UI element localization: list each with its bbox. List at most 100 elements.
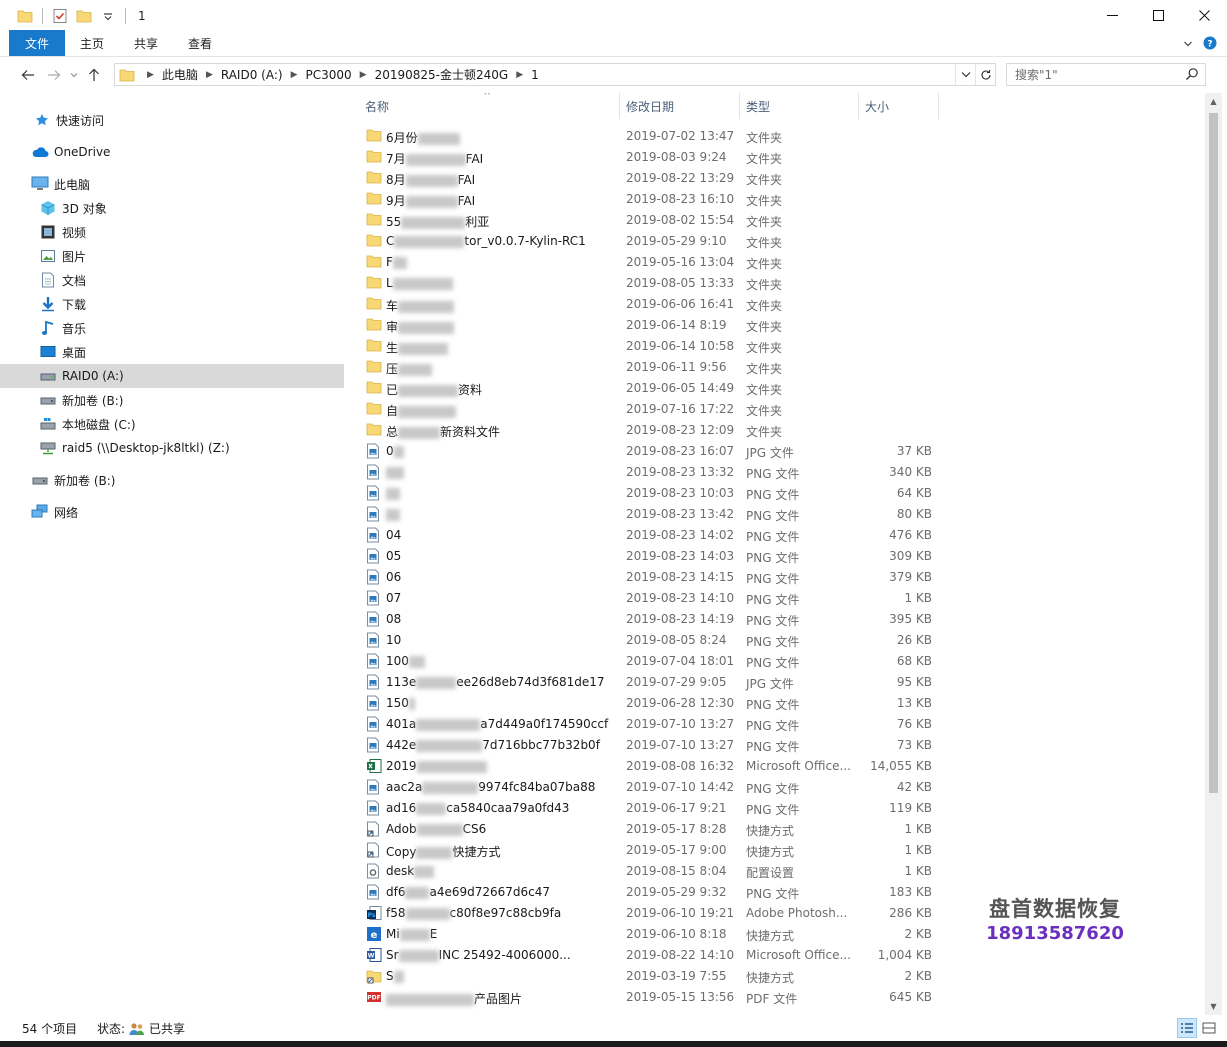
recent-locations-button[interactable] [67,62,81,88]
table-row[interactable]: 8月 FAI 2019-08-22 13:29 文件夹 [345,168,1205,189]
sidebar-item-3d-objects[interactable]: 3D 对象 [39,196,107,220]
table-row[interactable]: 生 2019-06-14 10:58 文件夹 [345,336,1205,357]
tab-home[interactable]: 主页 [65,30,119,56]
sidebar-item-music[interactable]: 音乐 [39,316,86,340]
tab-share[interactable]: 共享 [119,30,173,56]
table-row[interactable]: 2019 2019-08-08 16:32 Microsoft Office... 1… [345,756,1205,777]
table-row[interactable]: 10 2019-08-05 8:24 PNG 文件 26 KB [345,630,1205,651]
address-dropdown-button[interactable] [955,64,975,85]
scroll-down-icon[interactable]: ▼ [1205,998,1222,1015]
table-row[interactable]: 9月 FAI 2019-08-23 16:10 文件夹 [345,189,1205,210]
sidebar-item-desktop[interactable]: 桌面 [39,340,86,364]
back-button[interactable] [15,62,41,88]
table-row[interactable]: 2019-08-23 13:32 PNG 文件 340 KB [345,462,1205,483]
table-row[interactable]: 08 2019-08-23 14:19 PNG 文件 395 KB [345,609,1205,630]
sidebar-item-documents[interactable]: 文档 [39,268,86,292]
up-button[interactable] [81,62,107,88]
table-row[interactable]: 150 2019-06-28 12:30 PNG 文件 13 KB [345,693,1205,714]
sidebar-item-downloads[interactable]: 下载 [39,292,86,316]
table-row[interactable]: Adob CS6 2019-05-17 8:28 快捷方式 1 KB [345,819,1205,840]
refresh-button[interactable] [975,64,995,85]
scroll-up-icon[interactable]: ▲ [1205,93,1222,110]
scrollbar-thumb[interactable] [1209,113,1218,793]
chevron-right-icon[interactable]: ▶ [360,70,367,80]
table-row[interactable]: 04 2019-08-23 14:02 PNG 文件 476 KB [345,525,1205,546]
column-header-type[interactable]: 类型 [740,93,859,119]
table-row[interactable]: 2019-08-23 13:42 PNG 文件 80 KB [345,504,1205,525]
sidebar-item-pictures[interactable]: 图片 [39,244,86,268]
maximize-button[interactable] [1135,0,1181,31]
sidebar-item-videos[interactable]: 视频 [39,220,86,244]
tab-view[interactable]: 查看 [173,30,227,56]
table-row[interactable]: 审 2019-06-14 8:19 文件夹 [345,315,1205,336]
customize-toolbar-icon[interactable] [99,7,117,25]
forward-button[interactable] [41,62,67,88]
breadcrumb-this-pc[interactable]: 此电脑 [162,66,198,83]
chevron-right-icon[interactable]: ▶ [516,70,523,80]
table-row[interactable]: PDF 产品图片 2019-05-15 13:56 PDF 文件 645 KB [345,987,1205,1008]
chevron-right-icon[interactable]: ▶ [291,70,298,80]
vertical-scrollbar[interactable]: ▲ ▼ [1205,93,1222,1015]
table-row[interactable]: F 2019-05-16 13:04 文件夹 [345,252,1205,273]
table-row[interactable]: 6月份 2019-07-02 13:47 文件夹 [345,126,1205,147]
table-row[interactable]: 自 2019-07-16 17:22 文件夹 [345,399,1205,420]
folder-icon[interactable] [16,7,34,25]
new-folder-icon[interactable] [75,7,93,25]
table-row[interactable]: 100 2019-07-04 18:01 PNG 文件 68 KB [345,651,1205,672]
table-row[interactable]: 401a a7d449a0f174590ccf 2019-07-10 13:27 PN… [345,714,1205,735]
table-row[interactable]: aac2a 9974fc84ba07ba88 2019-07-10 14:42 PNG… [345,777,1205,798]
column-header-size[interactable]: 大小 [859,93,939,119]
table-row[interactable]: 05 2019-08-23 14:03 PNG 文件 309 KB [345,546,1205,567]
sidebar-item-this-pc[interactable]: 此电脑 [31,172,90,196]
table-row[interactable]: desk 2019-08-15 8:04 配置设置 1 KB [345,861,1205,882]
breadcrumb-raid0[interactable]: RAID0 (A:) [221,68,283,82]
table-row[interactable]: Ctor_v0.0.7-Kylin-RC1 2019-05-29 9:10 文件夹 [345,231,1205,252]
redacted-mosaic [416,718,481,731]
table-row[interactable]: 已 资料 2019-06-05 14:49 文件夹 [345,378,1205,399]
address-bar[interactable]: ▶ 此电脑 ▶ RAID0 (A:) ▶ PC3000 ▶ 20190825-金士顿2… [114,63,996,86]
table-row[interactable]: 0 2019-08-23 16:07 JPG 文件 37 KB [345,441,1205,462]
table-row[interactable]: ad16 ca5840caa79a0fd43 2019-06-17 9:21 PNG … [345,798,1205,819]
sidebar-item-raid0[interactable]: RAID0 (A:) [0,364,344,388]
table-row[interactable]: 442e 7d716bbc77b32b0f 2019-07-10 13:27 PNG … [345,735,1205,756]
sidebar-item-volume-b-2[interactable]: 新加卷 (B:) [31,468,115,492]
sidebar-item-onedrive[interactable]: OneDrive [31,140,110,164]
sidebar-item-local-disk-c[interactable]: 本地磁盘 (C:) [39,412,136,436]
table-row[interactable]: 7月 FAI 2019-08-03 9:24 文件夹 [345,147,1205,168]
sidebar-item-network[interactable]: 网络 [31,500,78,524]
breadcrumb-pc3000[interactable]: PC3000 [305,68,351,82]
table-row[interactable]: 07 2019-08-23 14:10 PNG 文件 1 KB [345,588,1205,609]
file-name-start: 113e [386,675,417,689]
chevron-right-icon[interactable]: ▶ [147,70,154,80]
sidebar-item-volume-b[interactable]: 新加卷 (B:) [39,388,123,412]
chevron-right-icon[interactable]: ▶ [206,70,213,80]
search-icon[interactable] [1185,67,1199,84]
search-box[interactable]: 搜索"1" [1006,63,1206,86]
table-row[interactable]: W Sr INC 25492-4006000... 2019-08-22 14:10 M… [345,945,1205,966]
table-row[interactable]: 06 2019-08-23 14:15 PNG 文件 379 KB [345,567,1205,588]
table-row[interactable]: 2019-08-23 10:03 PNG 文件 64 KB [345,483,1205,504]
large-icons-view-button[interactable] [1199,1018,1219,1038]
column-header-date[interactable]: 修改日期 [620,93,740,119]
table-row[interactable]: 压 2019-06-11 9:56 文件夹 [345,357,1205,378]
table-row[interactable]: 113e ee26d8eb74d3f681de17 2019-07-29 9:05 J… [345,672,1205,693]
table-row[interactable]: S 2019-03-19 7:55 快捷方式 2 KB [345,966,1205,987]
tab-file[interactable]: 文件 [9,30,66,56]
properties-icon[interactable] [51,7,69,25]
help-icon[interactable]: ? [1203,36,1217,53]
table-row[interactable]: 55 利亚 2019-08-02 15:54 文件夹 [345,210,1205,231]
file-type: 文件夹 [746,257,783,271]
close-button[interactable] [1181,0,1227,31]
table-row[interactable]: Copy 快捷方式 2019-05-17 9:00 快捷方式 1 KB [345,840,1205,861]
breadcrumb-kingston[interactable]: 20190825-金士顿240G [375,66,509,83]
details-view-button[interactable] [1177,1018,1197,1038]
sidebar-item-raid5-network[interactable]: raid5 (\\Desktop-jk8ltkl) (Z:) [39,436,230,460]
sidebar-item-quick-access[interactable]: 快速访问 [33,108,104,132]
expand-ribbon-icon[interactable] [1183,38,1193,52]
table-row[interactable]: 车 2019-06-06 16:41 文件夹 [345,294,1205,315]
breadcrumb-current[interactable]: 1 [531,68,539,82]
redacted-mosaic [417,132,460,145]
minimize-button[interactable] [1089,0,1135,31]
table-row[interactable]: 总 新资料文件 2019-08-23 12:09 文件夹 [345,420,1205,441]
table-row[interactable]: L 2019-08-05 13:33 文件夹 [345,273,1205,294]
